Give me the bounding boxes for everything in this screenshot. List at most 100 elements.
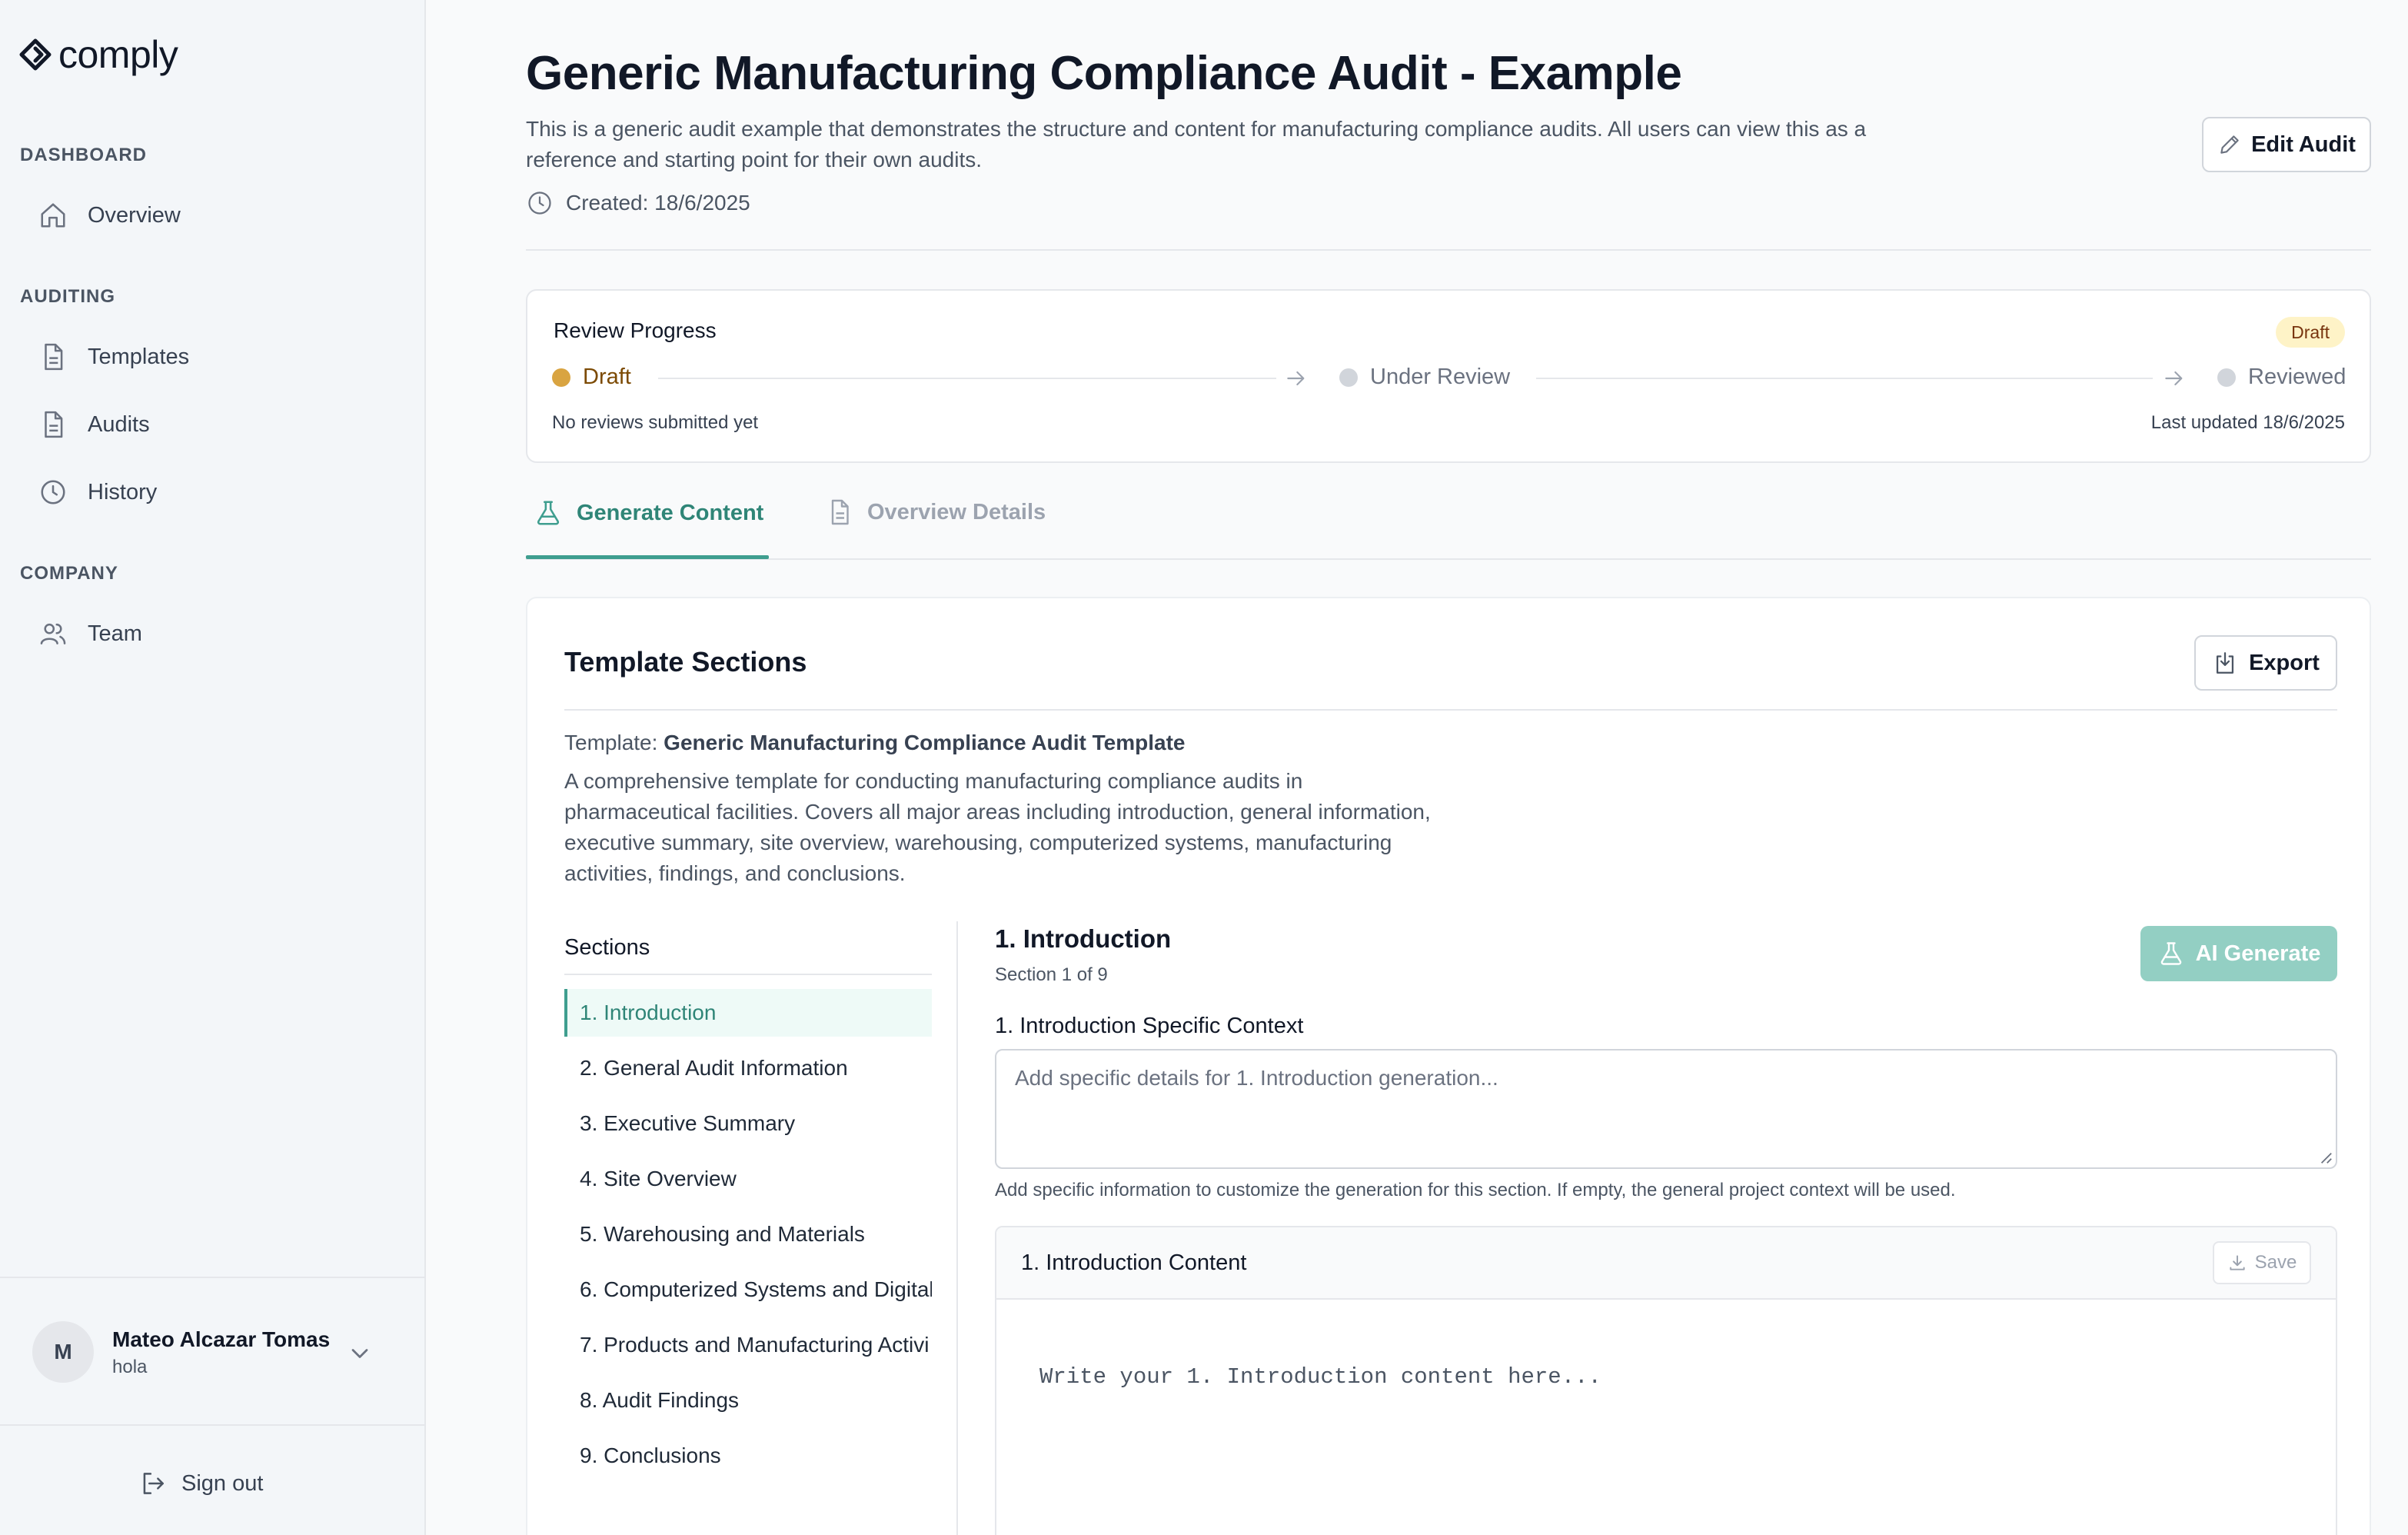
step-dot-current <box>552 368 570 387</box>
file-icon <box>45 411 63 438</box>
sidebar-item-audits[interactable]: Audits <box>38 401 407 448</box>
template-name-value: Generic Manufacturing Compliance Audit T… <box>664 731 1186 754</box>
created-label: Created: 18/6/2025 <box>566 191 750 215</box>
nav-heading-company: COMPANY <box>20 563 118 584</box>
template-prefix: Template: <box>564 731 664 754</box>
card-divider <box>564 709 2337 711</box>
active-tab-indicator <box>526 555 769 559</box>
sign-out-label: Sign out <box>181 1470 264 1496</box>
user-subtitle: hola <box>112 1357 148 1377</box>
sign-out-button[interactable]: Sign out <box>138 1469 263 1498</box>
pencil-icon <box>2220 135 2239 154</box>
sidebar: comply DASHBOARD Overview AUDITING Templ… <box>0 0 426 1535</box>
flask-icon <box>2160 942 2181 965</box>
step-connector <box>658 378 1276 379</box>
step-dot-pending <box>1339 368 1358 387</box>
home-icon <box>41 203 65 228</box>
tab-overview-details[interactable]: Overview Details <box>826 498 1046 526</box>
content-editor: 1. Introduction Content Save <box>995 1226 2337 1535</box>
last-updated: Last updated 18/6/2025 <box>2150 412 2345 433</box>
context-label: 1. Introduction Specific Context <box>995 1014 1304 1038</box>
tab-label: Overview Details <box>867 499 1046 524</box>
users-icon <box>40 623 66 644</box>
step-label: Reviewed <box>2248 365 2346 389</box>
card-title: Template Sections <box>564 646 807 678</box>
section-item-5[interactable]: 5. Warehousing and Materials <box>564 1210 932 1258</box>
step-connector <box>1536 378 2153 379</box>
clock-icon <box>528 191 551 215</box>
sections-list: 1. Introduction 2. General Audit Informa… <box>564 989 932 1487</box>
sidebar-item-overview[interactable]: Overview <box>38 192 407 238</box>
export-icon <box>2217 652 2234 674</box>
page-description: This is a generic audit example that dem… <box>526 117 1867 171</box>
chevron-down-icon[interactable] <box>346 1340 374 1367</box>
tab-generate-content[interactable]: Generate Content <box>534 498 763 528</box>
template-sections-card: Template Sections Export Template: Gener… <box>526 597 2371 1535</box>
nav-heading-auditing: AUDITING <box>20 286 115 307</box>
step-dot-pending <box>2217 368 2236 387</box>
step-reviewed: Reviewed <box>2217 365 2346 390</box>
section-item-9[interactable]: 9. Conclusions <box>564 1432 932 1480</box>
content-textarea[interactable] <box>996 1300 2336 1535</box>
diamond-logo-icon <box>19 38 52 71</box>
status-badge: Draft <box>2276 317 2345 348</box>
resize-handle-icon[interactable] <box>2319 1150 2333 1164</box>
brand-name: comply <box>58 33 178 76</box>
created-date: Created: 18/6/2025 <box>526 189 750 217</box>
context-help-text: Add specific information to customize th… <box>995 1180 1956 1200</box>
sections-divider <box>564 974 932 975</box>
step-label: Under Review <box>1370 365 1511 389</box>
header-divider <box>526 249 2371 251</box>
save-button[interactable]: Save <box>2213 1241 2311 1284</box>
sections-vertical-divider <box>956 921 958 1535</box>
edit-audit-label: Edit Audit <box>2251 132 2356 157</box>
nav-heading-dashboard: DASHBOARD <box>20 145 147 165</box>
sidebar-item-label: History <box>88 479 158 504</box>
file-icon <box>45 343 63 371</box>
edit-audit-button[interactable]: Edit Audit <box>2202 117 2371 172</box>
context-input[interactable] <box>995 1049 2337 1169</box>
sidebar-item-label: Team <box>88 621 142 646</box>
log-out-icon <box>143 1473 164 1494</box>
sidebar-item-history[interactable]: History <box>38 469 407 515</box>
sidebar-item-team[interactable]: Team <box>38 611 407 657</box>
step-under-review: Under Review <box>1339 365 1510 390</box>
step-draft: Draft <box>552 365 631 390</box>
download-icon <box>2229 1255 2245 1270</box>
ai-generate-label: AI Generate <box>2195 941 2321 966</box>
page-title: Generic Manufacturing Compliance Audit -… <box>526 47 1682 100</box>
section-item-4[interactable]: 4. Site Overview <box>564 1155 932 1203</box>
save-label: Save <box>2254 1252 2297 1273</box>
sidebar-item-label: Audits <box>88 411 150 437</box>
tabs-divider <box>526 558 2371 560</box>
export-label: Export <box>2249 650 2320 675</box>
ai-generate-button[interactable]: AI Generate <box>2140 926 2337 981</box>
section-title: 1. Introduction <box>995 924 1172 953</box>
file-icon <box>831 499 849 525</box>
arrow-right-icon <box>1287 371 1305 386</box>
sidebar-item-label: Overview <box>88 202 181 228</box>
review-note: No reviews submitted yet <box>552 412 759 433</box>
sections-heading: Sections <box>564 935 650 960</box>
export-button[interactable]: Export <box>2194 635 2337 691</box>
editor-title: 1. Introduction Content <box>1021 1250 1247 1275</box>
section-item-7[interactable]: 7. Products and Manufacturing Activi <box>564 1321 932 1369</box>
section-item-2[interactable]: 2. General Audit Information <box>564 1044 932 1092</box>
section-item-6[interactable]: 6. Computerized Systems and Digital <box>564 1266 932 1314</box>
clock-icon <box>41 480 65 504</box>
section-item-1[interactable]: 1. Introduction <box>564 989 932 1037</box>
section-item-3[interactable]: 3. Executive Summary <box>564 1100 932 1147</box>
template-name: Template: Generic Manufacturing Complian… <box>564 731 1186 755</box>
user-name: Mateo Alcazar Tomas <box>112 1327 331 1351</box>
section-item-8[interactable]: 8. Audit Findings <box>564 1377 932 1424</box>
sidebar-item-label: Templates <box>88 344 190 369</box>
user-menu[interactable]: M Mateo Alcazar Tomas hola <box>0 1277 426 1426</box>
arrow-right-icon <box>2165 371 2183 386</box>
step-label: Draft <box>583 365 631 389</box>
avatar: M <box>32 1321 94 1383</box>
brand-logo[interactable]: comply <box>18 32 178 77</box>
section-counter: Section 1 of 9 <box>995 964 1108 985</box>
flask-icon <box>537 501 560 525</box>
review-progress-title: Review Progress <box>554 318 717 342</box>
sidebar-item-templates[interactable]: Templates <box>38 334 407 380</box>
